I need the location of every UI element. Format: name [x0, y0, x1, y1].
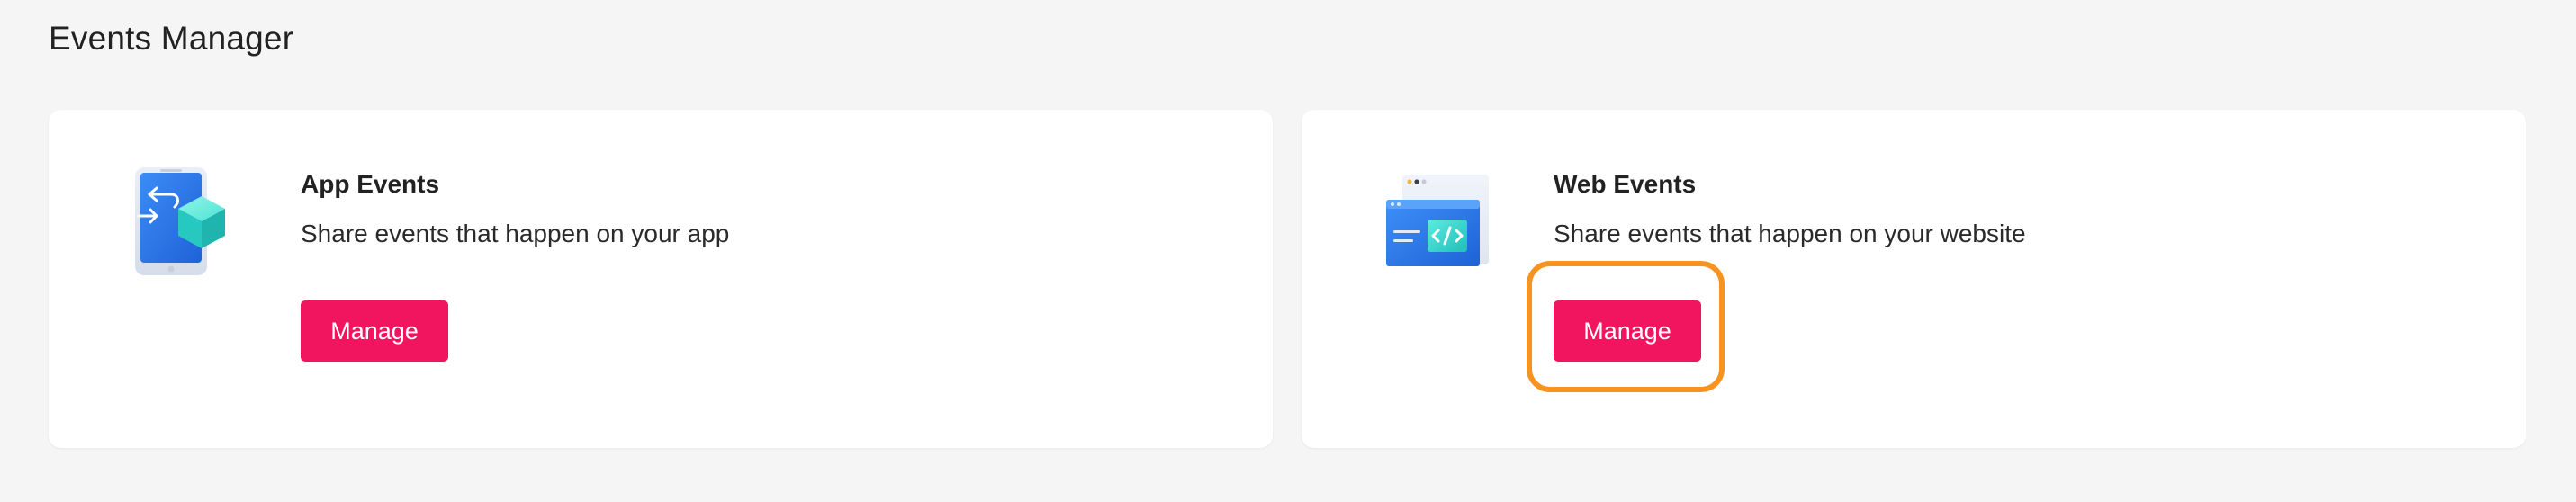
card-title: App Events — [301, 170, 440, 198]
browser-code-icon — [1383, 164, 1500, 281]
page-title: Events Manager — [49, 20, 294, 57]
app-events-card: App Events Share events that happen on y… — [49, 110, 1273, 448]
manage-app-events-button[interactable]: Manage — [301, 300, 448, 362]
mobile-app-cube-icon — [130, 164, 247, 281]
card-description: Share events that happen on your app — [301, 220, 730, 247]
card-title: Web Events — [1554, 170, 1697, 198]
card-description: Share events that happen on your website — [1554, 220, 2026, 247]
manage-web-events-button[interactable]: Manage — [1554, 300, 1701, 362]
web-events-card: Web Events Share events that happen on y… — [1302, 110, 2526, 448]
